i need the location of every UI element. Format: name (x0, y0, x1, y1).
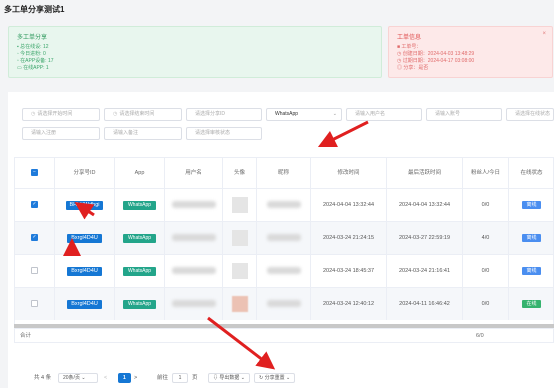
start-time-picker[interactable]: ◷ 请选择开始时间 (22, 108, 100, 121)
username-blurred (171, 300, 216, 308)
total-count: 共 4 条 (34, 375, 52, 381)
table-row[interactable]: Bxrgl4D4U WhatsApp 2024-03-24 12:40:12 2… (15, 287, 553, 320)
row-checkbox[interactable]: ✓ (31, 234, 38, 242)
share-id-tag[interactable]: Bxrgl4D4U (67, 300, 102, 309)
register-input[interactable]: 请输入注册 (22, 127, 100, 140)
table-row[interactable]: Bxrgl4D4U WhatsApp 2024-03-24 18:45:37 2… (15, 254, 553, 287)
share-id-tag[interactable]: Bxrgl4D4U (67, 234, 102, 243)
table-row[interactable]: ✓ BHbYWdhgi WhatsApp 2024-04-04 13:32:44… (15, 188, 553, 221)
row-checkbox[interactable]: ✓ (31, 201, 38, 209)
page-size-select[interactable]: 20条/页 ⌄ (58, 373, 98, 383)
app-tag: WhatsApp (122, 300, 157, 309)
col-header[interactable]: 修改时间 (311, 158, 387, 188)
prev-page-button[interactable]: < (104, 373, 107, 383)
avatar (231, 262, 248, 279)
fans-count: 0/0 (463, 189, 509, 221)
share-id-tag[interactable]: Bxrgl4D4U (67, 267, 102, 276)
status-badge: 在线 (522, 300, 541, 308)
clock-icon: ◷ (113, 111, 118, 117)
goto-label: 前往 (157, 375, 169, 381)
col-header[interactable]: 粉丝人/今日 (463, 158, 509, 188)
info-row: ◎ 分享：是否 (397, 65, 429, 71)
last-active-time: 2024-03-24 21:16:41 (387, 255, 463, 287)
app-select[interactable]: WhatsApp ⌄ (266, 108, 342, 121)
goto-input[interactable]: 1 (172, 373, 188, 383)
nickname-blurred (266, 234, 301, 242)
status-select[interactable]: 请选择在线状态 (506, 108, 554, 121)
modified-time: 2024-04-04 13:32:44 (311, 189, 387, 221)
nickname-blurred (266, 267, 301, 275)
table-row[interactable]: ✓ Bxrgl4D4U WhatsApp 2024-03-24 21:24:15… (15, 221, 553, 254)
username-input[interactable]: 请输入用户名 (346, 108, 422, 121)
last-active-time: 2024-04-11 16:46:42 (387, 288, 463, 320)
stats-card: 多工单分享 ▪ 总在线设: 12 ◦ 今日进粉: 0 ▫ 在APP设备: 17 … (8, 26, 382, 78)
summary-value: 6/0 (476, 333, 484, 339)
stats-row: ◦ 今日进粉: 0 (17, 51, 46, 57)
app-tag: WhatsApp (122, 201, 157, 210)
select-all-checkbox[interactable]: − (31, 169, 38, 177)
share-reset-button[interactable]: ↻ 分享重置 ⌄ (254, 373, 296, 383)
goto-suffix: 页 (192, 375, 198, 381)
nickname-blurred (266, 300, 301, 308)
current-page[interactable]: 1 (118, 373, 131, 383)
info-card: × 工单信息 ■ 工单号： ◷ 创建日期：2024-04-03 13:48:29… (388, 26, 553, 78)
username-blurred (171, 201, 216, 209)
select-all-cell[interactable]: − (15, 158, 55, 188)
end-time-picker[interactable]: ◷ 请选择结束时间 (104, 108, 182, 121)
avatar (231, 196, 248, 213)
col-header[interactable]: 用户名 (165, 158, 223, 188)
app-tag: WhatsApp (122, 234, 157, 243)
share-id-tag[interactable]: BHbYWdhgi (65, 201, 104, 210)
col-header[interactable]: App (115, 158, 165, 188)
col-header[interactable]: 最后活跃时间 (387, 158, 463, 188)
info-row: ■ 工单号： (397, 44, 422, 50)
stats-row: ▪ 总在线设: 12 (17, 44, 49, 50)
avatar (231, 229, 248, 246)
info-card-title: 工单信息 (397, 35, 422, 41)
fans-count: 4/0 (463, 222, 509, 254)
share-id-select[interactable]: 请选择分享ID (186, 108, 262, 121)
close-icon[interactable]: × (542, 31, 546, 37)
modified-time: 2024-03-24 12:40:12 (311, 288, 387, 320)
row-checkbox[interactable] (31, 300, 38, 308)
stats-row: ▭ 在线APP: 1 (17, 65, 49, 71)
col-header[interactable]: 在线状态 (509, 158, 553, 188)
data-table: − 分享号ID App 用户名 头像 昵称 修改时间 最后活跃时间 粉丝人/今日… (14, 157, 554, 343)
info-row: ◷ 创建日期：2024-04-03 13:48:29 (397, 51, 475, 57)
last-active-time: 2024-03-27 22:59:19 (387, 222, 463, 254)
modified-time: 2024-03-24 18:45:37 (311, 255, 387, 287)
summary-label: 合计 (20, 333, 32, 339)
status-badge: 离线 (522, 201, 541, 209)
clock-icon: ◷ (31, 111, 36, 117)
nickname-blurred (266, 201, 301, 209)
stats-card-title: 多工单分享 (17, 35, 48, 41)
table-summary-row: 合计 6/0 (14, 328, 554, 343)
account-input[interactable]: 请输入账号 (426, 108, 502, 121)
export-button[interactable]: ⇩ 导出数据 ⌄ (208, 373, 250, 383)
col-header[interactable]: 分享号ID (55, 158, 115, 188)
chevron-down-icon: ⌄ (332, 111, 337, 117)
modified-time: 2024-03-24 21:24:15 (311, 222, 387, 254)
fans-count: 0/0 (463, 255, 509, 287)
next-page-button[interactable]: > (134, 373, 137, 383)
username-blurred (171, 234, 216, 242)
remark-input[interactable]: 请输入备注 (104, 127, 182, 140)
info-row: ◷ 过期日期：2024-04-17 03:08:00 (397, 58, 475, 64)
status-badge: 离线 (522, 234, 541, 242)
col-header[interactable]: 昵称 (257, 158, 311, 188)
status-badge: 离线 (522, 267, 541, 275)
review-select[interactable]: 请选择审核状态 (186, 127, 262, 140)
col-header[interactable]: 头像 (223, 158, 257, 188)
row-checkbox[interactable] (31, 267, 38, 275)
fans-count: 0/0 (463, 288, 509, 320)
username-blurred (171, 267, 216, 275)
app-tag: WhatsApp (122, 267, 157, 276)
avatar (231, 295, 248, 312)
stats-row: ▫ 在APP设备: 17 (17, 58, 54, 64)
page-title: 多工单分享测试1 (4, 5, 65, 14)
last-active-time: 2024-04-04 13:32:44 (387, 189, 463, 221)
